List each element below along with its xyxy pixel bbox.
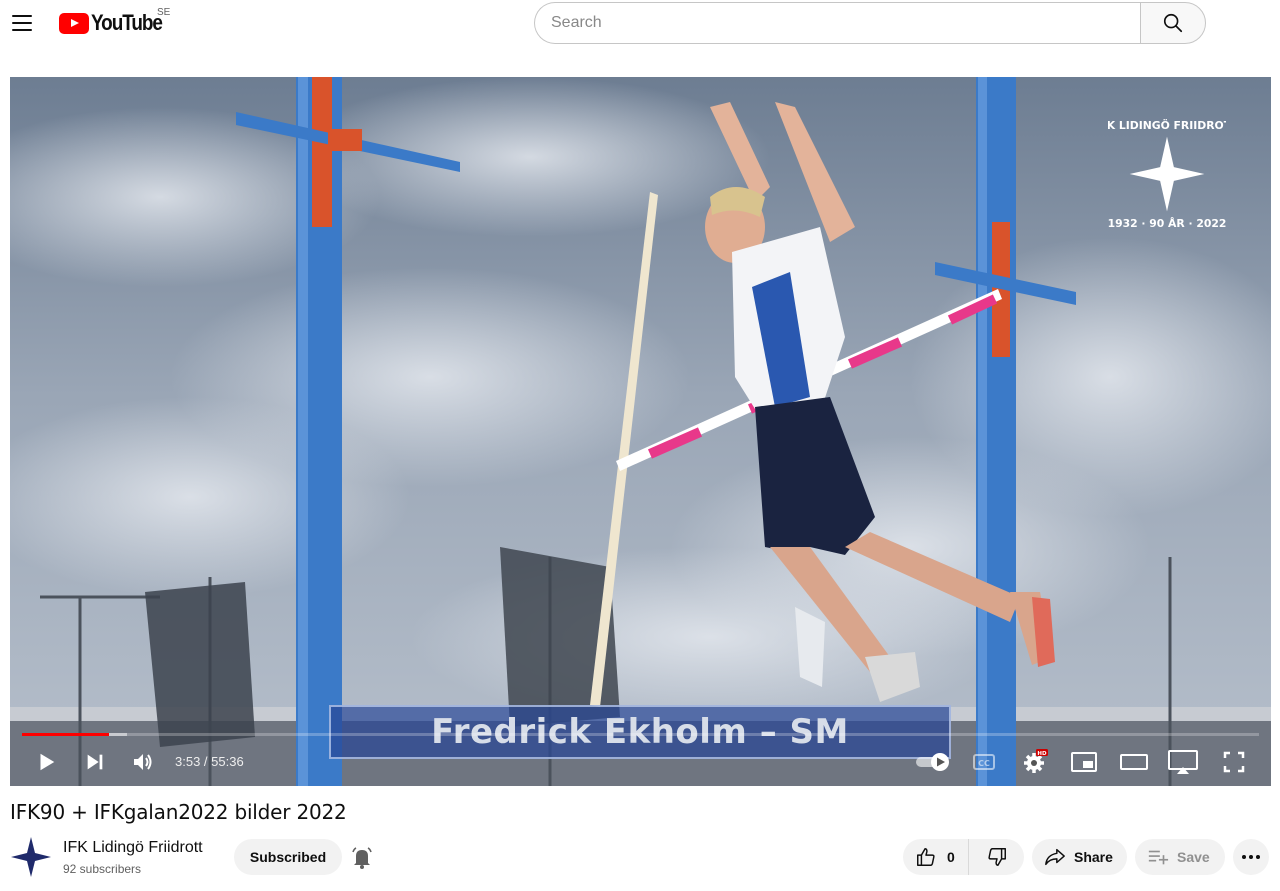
settings-button[interactable]: HD bbox=[1020, 747, 1050, 777]
hd-badge: HD bbox=[1037, 751, 1047, 757]
search-box bbox=[534, 2, 1140, 44]
miniplayer-icon bbox=[1071, 752, 1097, 772]
country-code: SE bbox=[157, 7, 171, 18]
play-button[interactable] bbox=[31, 747, 61, 777]
fullscreen-button[interactable] bbox=[1219, 747, 1249, 777]
autoplay-toggle[interactable] bbox=[913, 747, 953, 777]
channel-avatar[interactable] bbox=[10, 836, 52, 878]
save-icon bbox=[1148, 850, 1169, 865]
cast-button[interactable] bbox=[1168, 747, 1198, 777]
volume-button[interactable] bbox=[128, 747, 158, 777]
video-frame bbox=[10, 77, 1271, 786]
progress-bar[interactable] bbox=[22, 733, 1259, 736]
like-button[interactable]: 0 bbox=[903, 839, 969, 875]
dislike-button[interactable] bbox=[969, 839, 1024, 875]
top-bar: YouTube SE bbox=[0, 0, 1280, 56]
search-button[interactable] bbox=[1140, 2, 1206, 44]
theater-button[interactable] bbox=[1119, 747, 1149, 777]
subtitles-button[interactable]: CC bbox=[969, 747, 999, 777]
save-button[interactable]: Save bbox=[1135, 839, 1225, 875]
thumbs-up-icon bbox=[917, 848, 935, 866]
next-icon bbox=[87, 754, 103, 770]
like-dislike-group: 0 bbox=[903, 839, 1024, 875]
logo-text: YouTube bbox=[91, 10, 163, 35]
miniplayer-button[interactable] bbox=[1069, 747, 1099, 777]
menu-icon[interactable] bbox=[12, 12, 34, 34]
share-label: Share bbox=[1074, 849, 1113, 865]
thumbs-down-icon bbox=[987, 848, 1006, 866]
progress-played bbox=[22, 733, 109, 736]
channel-name[interactable]: IFK Lidingö Friidrott bbox=[63, 839, 203, 857]
svg-text:IFK LIDINGÖ FRIIDROTT: IFK LIDINGÖ FRIIDROTT bbox=[1108, 118, 1226, 132]
settings-icon: HD bbox=[1024, 749, 1048, 773]
save-label: Save bbox=[1177, 849, 1210, 865]
time-display: 3:53 / 55:36 bbox=[175, 754, 244, 769]
subscriber-count: 92 subscribers bbox=[63, 862, 142, 876]
theater-icon bbox=[1120, 754, 1148, 770]
notification-bell[interactable] bbox=[350, 846, 374, 870]
subtitles-icon: CC bbox=[973, 754, 995, 770]
search-input[interactable] bbox=[551, 14, 1140, 32]
bell-icon bbox=[352, 847, 372, 869]
cast-icon bbox=[1168, 750, 1198, 774]
search-bar bbox=[534, 2, 1206, 44]
next-button[interactable] bbox=[80, 747, 110, 777]
share-button[interactable]: Share bbox=[1032, 839, 1127, 875]
svg-text:CC: CC bbox=[978, 759, 990, 768]
more-icon bbox=[1242, 855, 1260, 859]
autoplay-toggle-icon bbox=[916, 753, 949, 771]
subscribed-button[interactable]: Subscribed bbox=[234, 839, 342, 875]
fullscreen-icon bbox=[1223, 751, 1245, 773]
search-icon bbox=[1163, 13, 1183, 33]
play-icon bbox=[40, 753, 55, 771]
svg-text:1932 · 90 ÅR · 2022: 1932 · 90 ÅR · 2022 bbox=[1108, 217, 1226, 230]
video-title: IFK90 + IFKgalan2022 bilder 2022 bbox=[10, 800, 347, 824]
video-player[interactable]: IFK LIDINGÖ FRIIDROTT 1932 · 90 ÅR · 202… bbox=[10, 77, 1271, 786]
share-icon bbox=[1045, 848, 1065, 866]
youtube-logo-icon bbox=[59, 12, 89, 34]
channel-watermark-icon: IFK LIDINGÖ FRIIDROTT 1932 · 90 ÅR · 202… bbox=[1108, 118, 1226, 230]
volume-icon bbox=[134, 754, 152, 770]
channel-star-icon bbox=[11, 837, 51, 877]
like-count: 0 bbox=[947, 849, 955, 865]
player-controls: 3:53 / 55:36 CC HD bbox=[10, 741, 1271, 781]
more-actions-button[interactable] bbox=[1233, 839, 1269, 875]
